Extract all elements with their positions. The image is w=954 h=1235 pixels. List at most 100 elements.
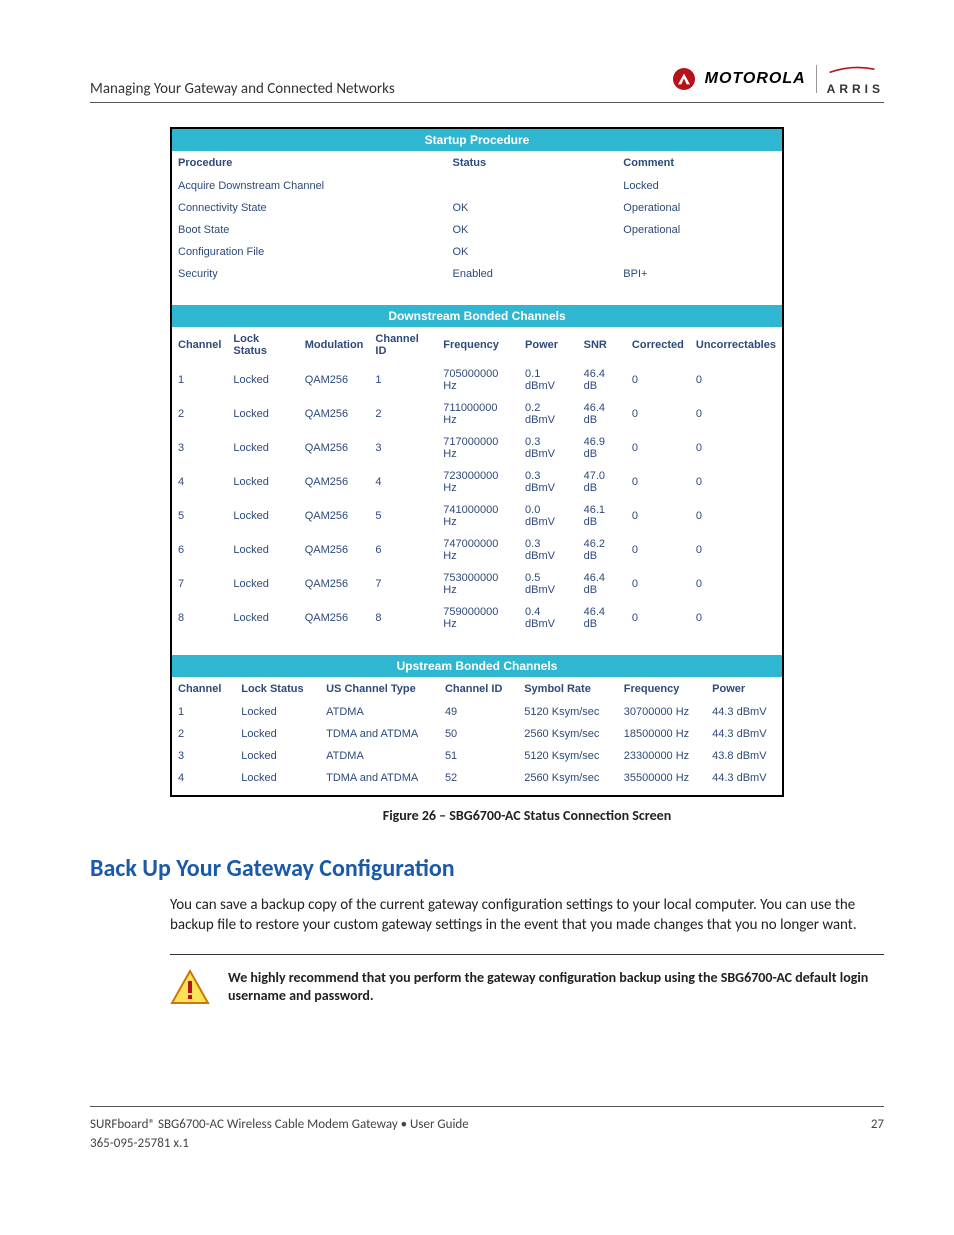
upstream-cell: 44.3 dBmV [706, 723, 782, 745]
downstream-row: 6LockedQAM2566747000000 Hz0.3 dBmV46.2 d… [172, 533, 782, 567]
downstream-cell: 46.9 dB [578, 431, 626, 465]
downstream-cell: 6 [369, 533, 437, 567]
startup-cell: Connectivity State [172, 197, 447, 219]
downstream-cell: 46.4 dB [578, 397, 626, 431]
downstream-cell: 0.1 dBmV [519, 363, 578, 397]
arris-logo: ARRIS [827, 60, 884, 98]
downstream-cell: 0 [626, 431, 690, 465]
page-number: 27 [871, 1117, 884, 1151]
downstream-cell: 7 [172, 567, 227, 601]
upstream-cell: 52 [439, 767, 518, 789]
note-block: We highly recommend that you perform the… [170, 954, 884, 1087]
upstream-cell: ATDMA [320, 701, 439, 723]
upstream-row: 1LockedATDMA495120 Ksym/sec30700000 Hz44… [172, 701, 782, 723]
downstream-cell: Locked [227, 567, 298, 601]
downstream-cell: QAM256 [299, 533, 370, 567]
upstream-table: ChannelLock StatusUS Channel TypeChannel… [172, 677, 782, 789]
downstream-cell: 753000000 Hz [437, 567, 519, 601]
upstream-cell: Locked [235, 723, 320, 745]
brand-block: MOTOROLA ARRIS [673, 60, 884, 98]
arris-wordmark: ARRIS [827, 82, 884, 96]
downstream-cell: 717000000 Hz [437, 431, 519, 465]
upstream-cell: 35500000 Hz [618, 767, 706, 789]
upstream-cell: TDMA and ATDMA [320, 767, 439, 789]
startup-col-header: Comment [617, 151, 782, 175]
downstream-cell: 46.1 dB [578, 499, 626, 533]
downstream-cell: 3 [172, 431, 227, 465]
footer-docnum: 365-095-25781 x.1 [90, 1136, 469, 1151]
startup-cell: OK [447, 197, 618, 219]
startup-cell: Boot State [172, 219, 447, 241]
upstream-cell: 5120 Ksym/sec [518, 745, 618, 767]
brand-divider [816, 65, 817, 93]
downstream-cell: 46.4 dB [578, 601, 626, 635]
upstream-cell: 18500000 Hz [618, 723, 706, 745]
downstream-cell: 4 [369, 465, 437, 499]
downstream-cell: QAM256 [299, 601, 370, 635]
upstream-col-header: Channel [172, 677, 235, 701]
note-text: We highly recommend that you perform the… [228, 969, 884, 1007]
upstream-cell: 3 [172, 745, 235, 767]
downstream-cell: 0 [690, 499, 782, 533]
downstream-row: 1LockedQAM2561705000000 Hz0.1 dBmV46.4 d… [172, 363, 782, 397]
section-title: Managing Your Gateway and Connected Netw… [90, 80, 395, 98]
startup-cell [447, 175, 618, 197]
downstream-cell: 46.2 dB [578, 533, 626, 567]
upstream-cell: TDMA and ATDMA [320, 723, 439, 745]
downstream-col-header: Corrected [626, 327, 690, 363]
downstream-cell: 741000000 Hz [437, 499, 519, 533]
upstream-col-header: Frequency [618, 677, 706, 701]
downstream-cell: Locked [227, 397, 298, 431]
downstream-col-header: Lock Status [227, 327, 298, 363]
upstream-cell: ATDMA [320, 745, 439, 767]
downstream-col-header: Modulation [299, 327, 370, 363]
startup-cell: OK [447, 241, 618, 263]
downstream-cell: 8 [369, 601, 437, 635]
downstream-cell: 0 [690, 431, 782, 465]
downstream-cell: 0.5 dBmV [519, 567, 578, 601]
footer-product-line: SURFboard® SBG6700-AC Wireless Cable Mod… [90, 1117, 469, 1132]
downstream-cell: 2 [369, 397, 437, 431]
startup-cell: Enabled [447, 263, 618, 285]
downstream-cell: QAM256 [299, 567, 370, 601]
downstream-cell: 46.4 dB [578, 363, 626, 397]
motorola-batwing-icon [673, 68, 695, 90]
downstream-row: 2LockedQAM2562711000000 Hz0.2 dBmV46.4 d… [172, 397, 782, 431]
upstream-cell: 43.8 dBmV [706, 745, 782, 767]
startup-cell: OK [447, 219, 618, 241]
startup-col-header: Status [447, 151, 618, 175]
upstream-cell: 50 [439, 723, 518, 745]
upstream-cell: 44.3 dBmV [706, 767, 782, 789]
downstream-cell: 1 [369, 363, 437, 397]
page-footer: SURFboard® SBG6700-AC Wireless Cable Mod… [90, 1106, 884, 1151]
downstream-col-header: Uncorrectables [690, 327, 782, 363]
downstream-cell: 0 [626, 397, 690, 431]
upstream-col-header: US Channel Type [320, 677, 439, 701]
downstream-row: 5LockedQAM2565741000000 Hz0.0 dBmV46.1 d… [172, 499, 782, 533]
backup-paragraph: You can save a backup copy of the curren… [170, 895, 884, 936]
downstream-cell: Locked [227, 533, 298, 567]
downstream-cell: 5 [369, 499, 437, 533]
downstream-cell: 0.3 dBmV [519, 465, 578, 499]
downstream-cell: 0 [626, 567, 690, 601]
downstream-cell: 0.3 dBmV [519, 533, 578, 567]
downstream-cell: 1 [172, 363, 227, 397]
downstream-col-header: SNR [578, 327, 626, 363]
downstream-col-header: Power [519, 327, 578, 363]
upstream-cell: 4 [172, 767, 235, 789]
upstream-cell: Locked [235, 767, 320, 789]
downstream-cell: 711000000 Hz [437, 397, 519, 431]
downstream-cell: 0 [690, 363, 782, 397]
downstream-cell: QAM256 [299, 465, 370, 499]
downstream-cell: 4 [172, 465, 227, 499]
downstream-cell: 0 [626, 465, 690, 499]
downstream-cell: 705000000 Hz [437, 363, 519, 397]
page-header: Managing Your Gateway and Connected Netw… [90, 60, 884, 103]
upstream-row: 4LockedTDMA and ATDMA522560 Ksym/sec3550… [172, 767, 782, 789]
downstream-cell: QAM256 [299, 499, 370, 533]
upstream-cell: 51 [439, 745, 518, 767]
downstream-cell: QAM256 [299, 363, 370, 397]
startup-title: Startup Procedure [172, 129, 782, 151]
downstream-row: 8LockedQAM2568759000000 Hz0.4 dBmV46.4 d… [172, 601, 782, 635]
downstream-cell: 5 [172, 499, 227, 533]
